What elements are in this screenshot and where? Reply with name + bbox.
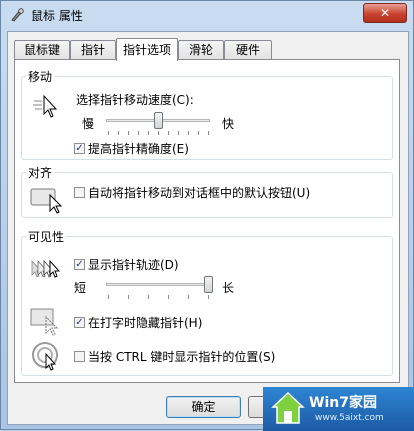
watermark-title: Win7家园: [309, 395, 377, 411]
pointer-trails-icon: [31, 259, 61, 278]
snap-to-default-label: 自动将指针移动到对话框中的默认按钮(U): [88, 186, 311, 200]
dialog-client-area: 鼠标键 指针 指针选项 滑轮 硬件 移动 选择指针移动速度(C): 慢 快 ✓ …: [7, 31, 409, 425]
visibility-group: 可见性 ✓ 显示指针轨迹(D) 短 长 ✓ 在打字时隐藏指针(H) 当按 CTR…: [21, 228, 393, 376]
tab-wheel[interactable]: 滑轮: [178, 40, 224, 59]
show-location-icon: [32, 342, 58, 371]
display-trails-label: 显示指针轨迹(D): [88, 258, 179, 272]
tab-pointer-options[interactable]: 指针选项: [116, 38, 178, 61]
slow-label: 慢: [82, 117, 95, 131]
show-location-ctrl-checkbox[interactable]: [74, 351, 85, 362]
mouse-properties-dialog: 鼠标 属性 ✕ 鼠标键 指针 指针选项 滑轮 硬件 移动 选择指针移动速度(C)…: [0, 0, 414, 431]
hide-while-typing-icon: [30, 308, 59, 336]
trails-long-label: 长: [222, 281, 235, 295]
show-location-ctrl-label: 当按 CTRL 键时显示指针的位置(S): [88, 350, 276, 364]
tab-pointers[interactable]: 指针: [70, 40, 116, 59]
tab-hardware[interactable]: 硬件: [224, 40, 272, 59]
site-watermark: Win7家园 www.5aixt.com: [263, 387, 414, 431]
tab-buttons[interactable]: 鼠标键: [14, 40, 70, 59]
snap-group-label: 对齐: [26, 164, 55, 181]
close-button[interactable]: ✕: [363, 3, 407, 23]
enhance-precision-checkbox[interactable]: ✓: [74, 143, 85, 154]
pointer-options-panel: 移动 选择指针移动速度(C): 慢 快 ✓ 提高指针精确度(E) 对齐 自动将指…: [14, 59, 400, 383]
visibility-group-label: 可见性: [26, 228, 67, 245]
enhance-precision-label: 提高指针精确度(E): [88, 142, 189, 156]
window-title: 鼠标 属性: [31, 9, 83, 23]
motion-group-label: 移动: [26, 68, 55, 85]
hide-while-typing-label: 在打字时隐藏指针(H): [88, 316, 203, 330]
pointer-speed-icon: [33, 94, 58, 118]
speed-slider-thumb[interactable]: [154, 112, 163, 129]
trail-length-slider-thumb[interactable]: [204, 276, 213, 293]
mouse-icon: [11, 8, 24, 22]
house-logo-icon: [271, 391, 305, 424]
ok-button[interactable]: 确定: [166, 396, 241, 418]
trail-length-slider-track[interactable]: [106, 283, 210, 286]
hide-while-typing-checkbox[interactable]: ✓: [74, 317, 85, 328]
fast-label: 快: [222, 117, 235, 131]
title-bar: 鼠标 属性 ✕: [1, 1, 413, 29]
display-trails-checkbox[interactable]: ✓: [74, 259, 85, 270]
speed-label: 选择指针移动速度(C):: [76, 93, 194, 107]
trails-short-label: 短: [74, 281, 87, 295]
snap-to-default-checkbox[interactable]: [74, 187, 85, 198]
speed-slider-ticks: [108, 131, 209, 136]
motion-group: 移动 选择指针移动速度(C): 慢 快 ✓ 提高指针精确度(E): [21, 68, 393, 160]
snap-to-group: 对齐 自动将指针移动到对话框中的默认按钮(U): [21, 164, 393, 218]
watermark-url: www.5aixt.com: [315, 413, 384, 423]
snap-to-default-icon: [30, 188, 63, 214]
trail-slider-ticks: [108, 295, 209, 300]
